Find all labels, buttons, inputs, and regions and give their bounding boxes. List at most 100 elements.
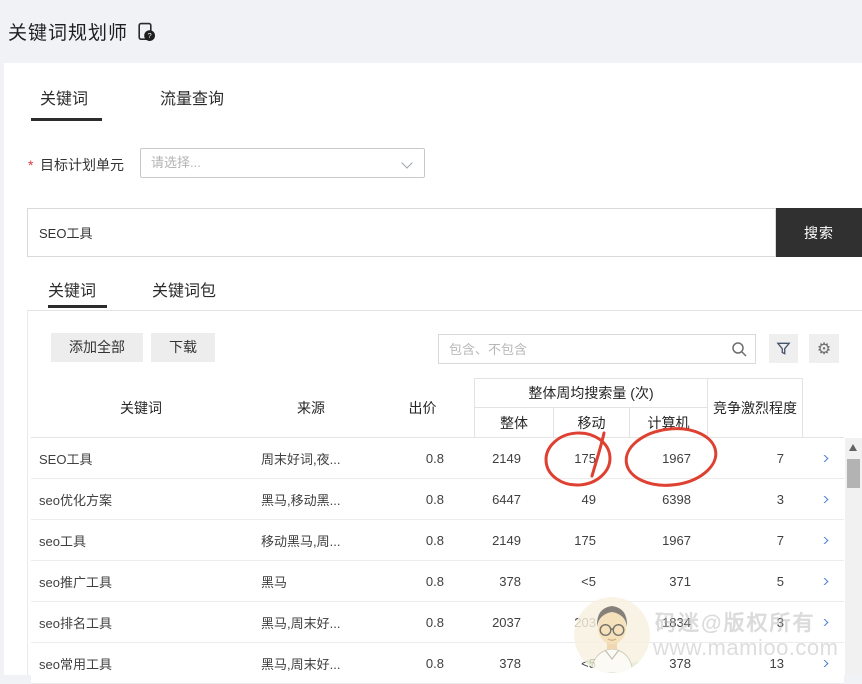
keyword-results-table: 关键词 来源 出价 整体周均搜索量 (次) 整体 移动 计算机 竞争激烈程度 S… xyxy=(31,378,844,684)
chevron-right-icon xyxy=(818,618,829,626)
cell-overall: 378 xyxy=(499,573,521,589)
row-expand-button[interactable] xyxy=(803,536,844,544)
cell-mobile: <5 xyxy=(581,573,596,589)
cell-source: 黑马,移动黑... xyxy=(261,492,341,508)
cell-bid: 0.8 xyxy=(425,450,444,466)
cell-bid: 0.8 xyxy=(425,573,444,589)
active-subtab-underline xyxy=(48,305,107,308)
cell-source: 黑马 xyxy=(261,574,288,590)
cell-source: 移动黑马,周... xyxy=(261,533,341,549)
cell-mobile: 49 xyxy=(581,491,596,507)
cell-competition: 7 xyxy=(776,450,784,466)
app-header: 关键词规划师 ? xyxy=(0,0,862,63)
cell-competition: 13 xyxy=(769,655,784,671)
page-title: 关键词规划师 xyxy=(8,23,129,44)
cell-overall: 2149 xyxy=(492,450,521,466)
main-card: 关键词 流量查询 * 目标计划单元 请选择... 搜索 关键词 关键词包 添加全… xyxy=(4,63,862,684)
contain-filter-input[interactable] xyxy=(438,334,756,364)
cell-keyword: seo常用工具 xyxy=(39,656,112,672)
col-header-competition: 竞争激烈程度 xyxy=(708,378,803,437)
table-row[interactable]: seo优化方案 黑马,移动黑... 0.8 6447 49 6398 3 xyxy=(31,479,844,520)
subtab-keyword[interactable]: 关键词 xyxy=(48,277,96,301)
col-header-bid: 出价 xyxy=(408,399,437,416)
cell-bid: 0.8 xyxy=(425,491,444,507)
keyword-search-input[interactable] xyxy=(27,208,776,257)
cell-source: 黑马,周末好... xyxy=(261,656,341,672)
row-expand-button[interactable] xyxy=(803,577,844,585)
cell-keyword: seo工具 xyxy=(39,533,86,549)
cell-competition: 3 xyxy=(776,491,784,507)
scroll-up-arrow-icon[interactable] xyxy=(849,444,857,451)
required-asterisk: * xyxy=(28,157,34,173)
target-plan-unit-select[interactable]: 请选择... xyxy=(140,148,425,178)
cell-source: 黑马,周末好... xyxy=(261,615,341,631)
cell-overall: 2149 xyxy=(492,532,521,548)
doc-help-icon[interactable]: ? xyxy=(136,22,156,42)
cell-competition: 3 xyxy=(776,614,784,630)
cell-keyword: seo推广工具 xyxy=(39,574,112,590)
table-row[interactable]: seo推广工具 黑马 0.8 378 <5 371 5 xyxy=(31,561,844,602)
cell-mobile: 203 xyxy=(574,614,596,630)
chevron-right-icon xyxy=(818,659,829,667)
funnel-icon xyxy=(776,342,791,355)
row-expand-button[interactable] xyxy=(803,659,844,667)
cell-pc: 371 xyxy=(669,573,691,589)
table-row[interactable]: seo常用工具 黑马,周末好... 0.8 378 <5 378 13 xyxy=(31,643,844,684)
add-all-button[interactable]: 添加全部 xyxy=(51,333,143,362)
cell-overall: 2037 xyxy=(492,614,521,630)
row-expand-button[interactable] xyxy=(803,454,844,462)
settings-button[interactable]: ⚙ xyxy=(809,334,839,363)
row-expand-button[interactable] xyxy=(803,495,844,503)
cell-competition: 7 xyxy=(776,532,784,548)
cell-source: 周末好词,夜... xyxy=(261,451,341,467)
select-placeholder: 请选择... xyxy=(151,155,201,170)
cell-mobile: 175 xyxy=(574,450,596,466)
keyword-planner-page: { "header": { "title": "关键词规划师" }, "main… xyxy=(0,0,862,684)
cell-pc: 1967 xyxy=(662,450,691,466)
cell-competition: 5 xyxy=(776,573,784,589)
magnifier-icon xyxy=(732,342,747,357)
filter-button[interactable] xyxy=(769,334,798,363)
vertical-scrollbar[interactable] xyxy=(845,438,862,675)
cell-bid: 0.8 xyxy=(425,655,444,671)
cell-pc: 378 xyxy=(669,655,691,671)
cell-overall: 378 xyxy=(499,655,521,671)
cell-pc: 6398 xyxy=(662,491,691,507)
cell-pc: 1967 xyxy=(662,532,691,548)
active-tab-underline xyxy=(31,118,102,121)
col-header-mobile: 移动 xyxy=(553,408,629,438)
table-row[interactable]: SEO工具 周末好词,夜... 0.8 2149 175 1967 7 xyxy=(31,438,844,479)
col-header-pc: 计算机 xyxy=(629,408,707,438)
target-plan-unit-label: 目标计划单元 xyxy=(40,157,124,173)
cell-keyword: seo排名工具 xyxy=(39,615,112,631)
svg-text:?: ? xyxy=(148,31,152,40)
cell-bid: 0.8 xyxy=(425,614,444,630)
col-header-expand xyxy=(803,378,844,437)
chevron-down-icon xyxy=(401,157,413,169)
col-header-keyword: 关键词 xyxy=(120,399,162,416)
col-group-weekly-search-volume: 整体周均搜索量 (次) 整体 移动 计算机 xyxy=(474,378,708,438)
results-panel: 添加全部 下载 ⚙ 关键词 来源 出价 整体周均搜索量 (次) 整体 xyxy=(27,310,862,684)
chevron-right-icon xyxy=(818,495,829,503)
row-expand-button[interactable] xyxy=(803,618,844,626)
table-header: 关键词 来源 出价 整体周均搜索量 (次) 整体 移动 计算机 竞争激烈程度 xyxy=(31,378,844,438)
cell-pc: 1834 xyxy=(662,614,691,630)
gear-icon: ⚙ xyxy=(816,340,832,358)
table-row[interactable]: seo排名工具 黑马,周末好... 0.8 2037 203 1834 3 xyxy=(31,602,844,643)
cell-mobile: 175 xyxy=(574,532,596,548)
cell-overall: 6447 xyxy=(492,491,521,507)
download-button[interactable]: 下载 xyxy=(151,333,215,362)
cell-bid: 0.8 xyxy=(425,532,444,548)
search-button[interactable]: 搜索 xyxy=(776,208,862,257)
tab-keyword[interactable]: 关键词 xyxy=(40,85,88,109)
cell-mobile: <5 xyxy=(581,655,596,671)
table-row[interactable]: seo工具 移动黑马,周... 0.8 2149 175 1967 7 xyxy=(31,520,844,561)
col-header-overall: 整体 xyxy=(500,415,528,431)
col-header-source: 来源 xyxy=(297,399,325,416)
chevron-right-icon xyxy=(818,454,829,462)
subtab-keyword-pack[interactable]: 关键词包 xyxy=(152,277,216,301)
group-header-label: 整体周均搜索量 (次) xyxy=(475,379,707,408)
scrollbar-thumb[interactable] xyxy=(847,459,860,488)
chevron-right-icon xyxy=(818,577,829,585)
tab-traffic-query[interactable]: 流量查询 xyxy=(160,85,224,109)
